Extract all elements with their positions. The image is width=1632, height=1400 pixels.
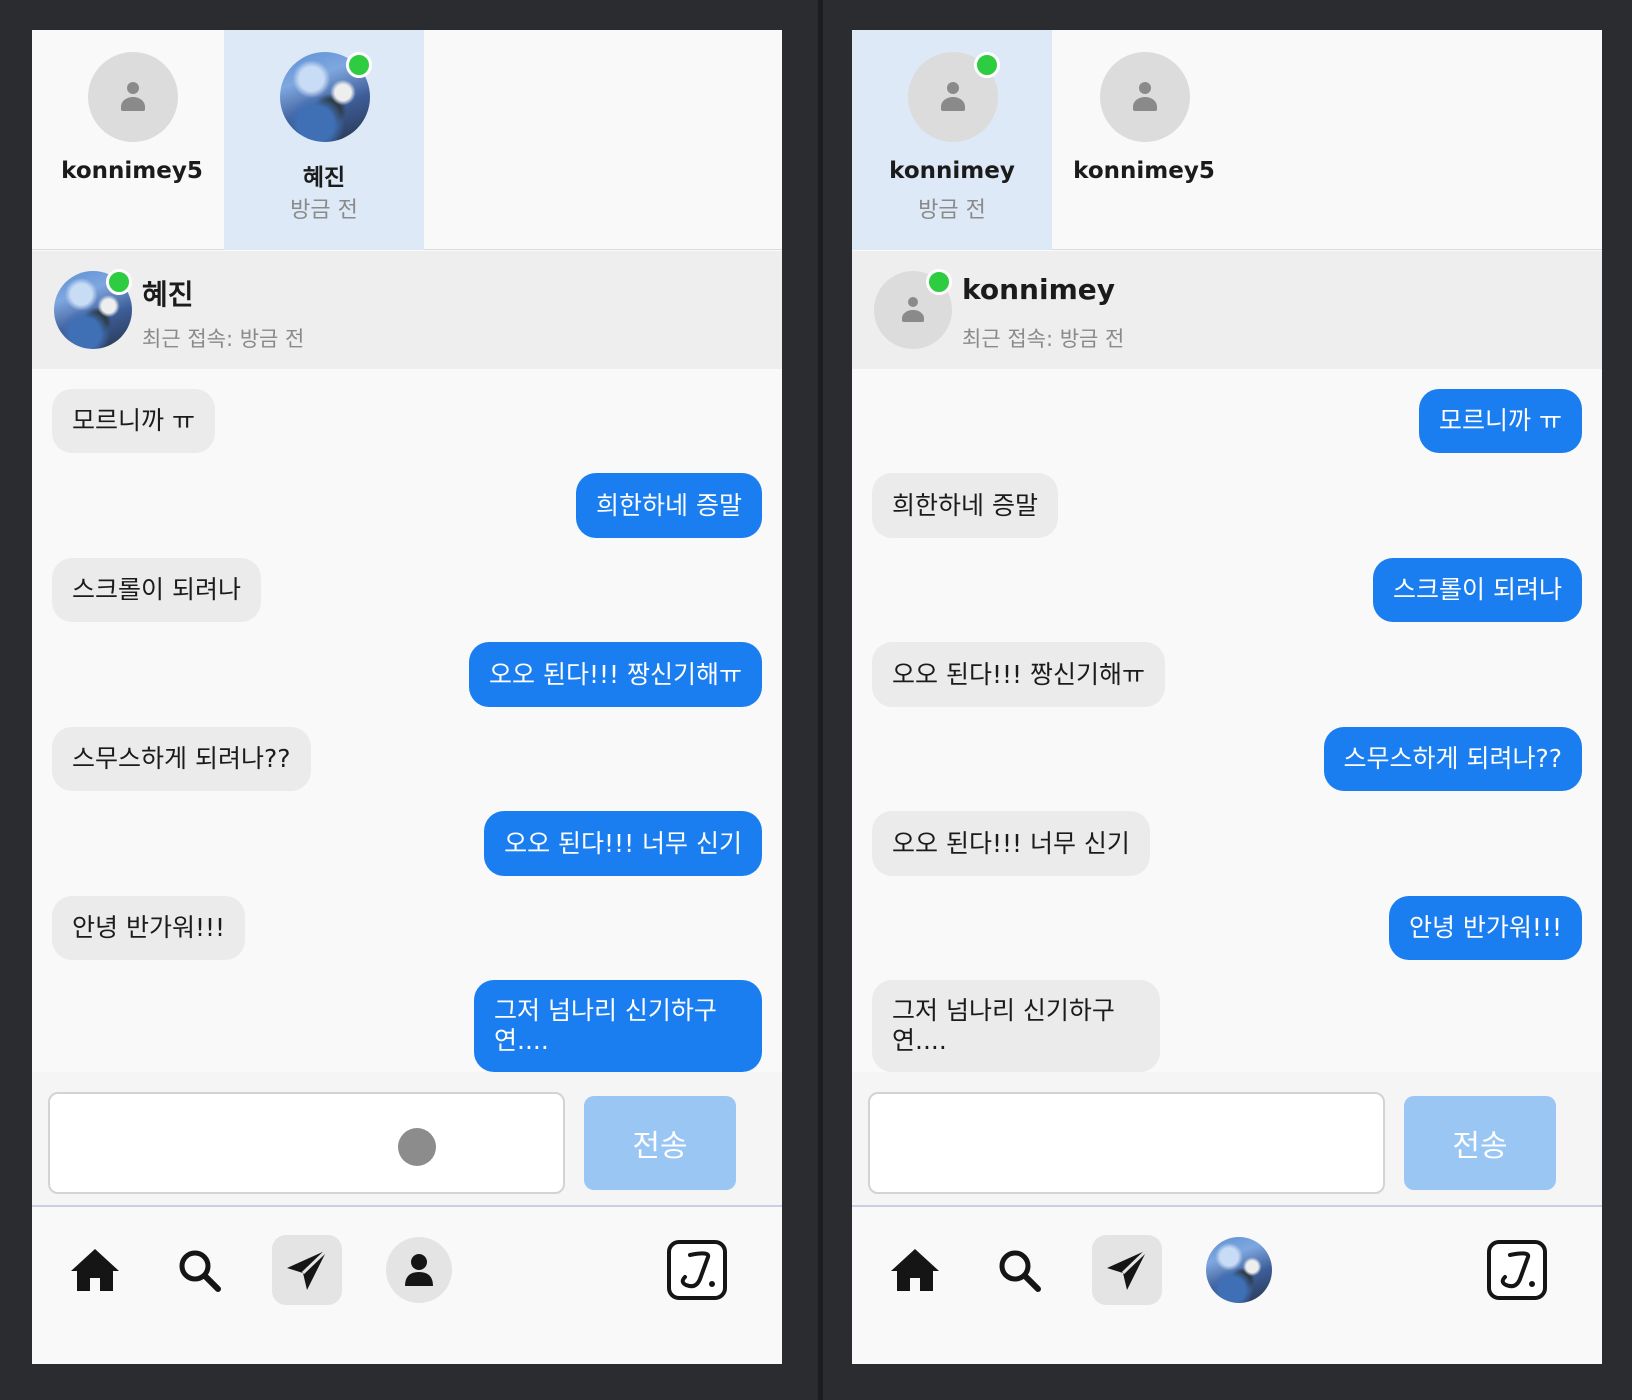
touch-cursor	[398, 1128, 436, 1166]
contact-name: 혜진	[302, 165, 346, 191]
profile-icon	[405, 1254, 433, 1286]
avatar	[280, 52, 372, 142]
message-bubble-sent: 오오 된다!!! 너무 신기	[484, 811, 762, 876]
message-bubble-sent: 스무스하게 되려나??	[1323, 727, 1582, 791]
message-bubble-received: 오오 된다!!! 짱신기해ㅠ	[872, 642, 1165, 707]
contact-name: konnimey5	[61, 158, 203, 184]
search-icon	[999, 1250, 1041, 1292]
send-button[interactable]: 전송	[584, 1096, 736, 1190]
bottom-nav	[852, 1209, 1602, 1364]
message-composer: 전송	[852, 1072, 1602, 1207]
avatar	[908, 52, 1000, 142]
person-icon	[900, 296, 927, 324]
message-input[interactable]	[868, 1092, 1385, 1194]
message-bubble-received: 안녕 반가워!!!	[52, 896, 246, 960]
search-icon	[179, 1250, 221, 1292]
chat-window-right: konnimey 방금 전 konnimey5 konnimey 최근 접속: …	[852, 30, 1602, 1364]
nav-direct[interactable]	[272, 1235, 342, 1305]
send-icon	[1107, 1248, 1149, 1290]
message-bubble-sent: 오오 된다!!! 짱신기해ㅠ	[469, 642, 762, 707]
avatar	[54, 269, 132, 349]
nav-app-logo[interactable]	[662, 1235, 732, 1305]
send-button[interactable]: 전송	[1404, 1096, 1556, 1190]
message-bubble-received: 희한하네 증말	[872, 473, 1058, 538]
message-bubble-sent: 안녕 반가워!!!	[1388, 896, 1582, 960]
message-bubble-received: 스무스하게 되려나??	[52, 727, 311, 791]
app-logo-icon	[667, 1240, 727, 1300]
online-indicator	[346, 52, 372, 78]
nav-search[interactable]	[984, 1235, 1054, 1305]
person-icon	[938, 81, 969, 113]
contact-item[interactable]: 혜진 방금 전	[224, 30, 424, 250]
message-list: 모르니까 ㅠ 희한하네 증말 스크롤이 되려나 오오 된다!!! 짱신기해ㅠ 스…	[32, 369, 782, 1072]
message-bubble-sent: 모르니까 ㅠ	[1419, 389, 1582, 453]
message-bubble-sent: 희한하네 증말	[576, 473, 762, 538]
send-icon	[287, 1248, 329, 1290]
contact-list: konnimey 방금 전 konnimey5	[852, 30, 1602, 250]
nav-home[interactable]	[60, 1235, 130, 1305]
message-bubble-received: 오오 된다!!! 너무 신기	[872, 811, 1150, 876]
contact-item[interactable]: konnimey5	[32, 30, 232, 250]
app-logo-icon	[1487, 1240, 1547, 1300]
message-list: 모르니까 ㅠ 희한하네 증말 스크롤이 되려나 오오 된다!!! 짱신기해ㅠ 스…	[852, 369, 1602, 1072]
avatar	[1100, 52, 1190, 142]
message-bubble-sent: 스크롤이 되려나	[1373, 558, 1582, 622]
nav-app-logo[interactable]	[1482, 1235, 1552, 1305]
chat-header: konnimey 최근 접속: 방금 전	[852, 251, 1602, 369]
message-bubble-received: 스크롤이 되려나	[52, 558, 261, 622]
contact-name: konnimey5	[1073, 158, 1215, 184]
chat-partner-name: 혜진	[142, 278, 194, 311]
last-seen-status: 최근 접속: 방금 전	[142, 327, 305, 351]
contact-list: konnimey5 혜진 방금 전	[32, 30, 782, 250]
person-icon	[1130, 81, 1161, 113]
home-icon	[71, 1249, 119, 1291]
chat-header: 혜진 최근 접속: 방금 전	[32, 251, 782, 369]
nav-profile[interactable]	[1206, 1237, 1272, 1303]
contact-last-seen: 방금 전	[290, 198, 358, 223]
message-input[interactable]	[48, 1092, 565, 1194]
contact-item[interactable]: konnimey5	[1044, 30, 1244, 250]
online-indicator	[926, 269, 952, 295]
nav-search[interactable]	[164, 1235, 234, 1305]
window-divider	[818, 0, 823, 1400]
contact-last-seen: 방금 전	[918, 198, 986, 223]
nav-direct[interactable]	[1092, 1235, 1162, 1305]
bottom-nav	[32, 1209, 782, 1364]
chat-partner-name: konnimey	[962, 273, 1115, 306]
contact-name: konnimey	[889, 158, 1015, 184]
message-bubble-received: 모르니까 ㅠ	[52, 389, 215, 453]
nav-profile[interactable]	[386, 1237, 452, 1303]
avatar	[88, 52, 178, 142]
nav-home[interactable]	[880, 1235, 950, 1305]
person-icon	[118, 81, 149, 113]
profile-avatar-icon	[1206, 1237, 1272, 1303]
message-bubble-received: 그저 넘나리 신기하구 연....	[872, 980, 1160, 1072]
online-indicator	[974, 52, 1000, 78]
home-icon	[891, 1249, 939, 1291]
message-bubble-sent: 그저 넘나리 신기하구 연....	[474, 980, 762, 1072]
chat-window-left: konnimey5 혜진 방금 전 혜진 최근 접속: 방금 전 모르니까 ㅠ …	[32, 30, 782, 1364]
last-seen-status: 최근 접속: 방금 전	[962, 327, 1125, 351]
contact-item[interactable]: konnimey 방금 전	[852, 30, 1052, 250]
avatar	[874, 269, 952, 349]
online-indicator	[106, 269, 132, 295]
